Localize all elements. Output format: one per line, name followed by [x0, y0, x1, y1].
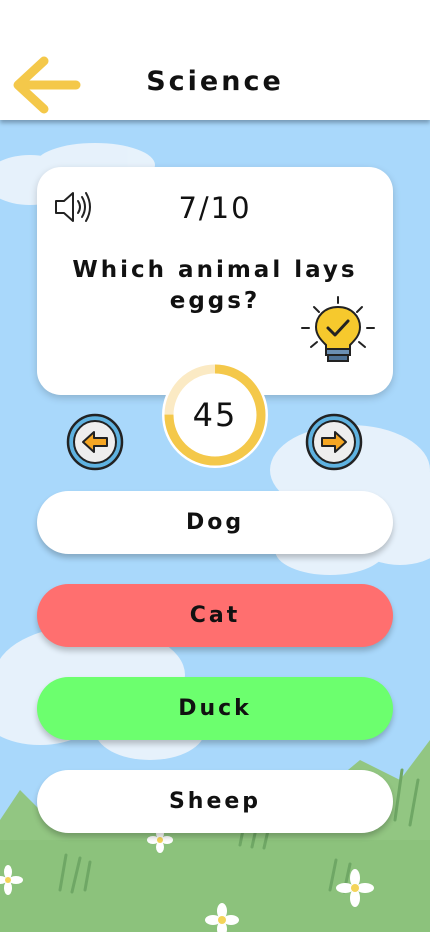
arrow-right-circle-icon — [305, 413, 363, 471]
answer-option-dog[interactable]: Dog — [37, 491, 393, 554]
countdown-timer: 45 — [162, 362, 268, 468]
question-card: 7/10 Which animal lays eggs? — [37, 167, 393, 395]
question-counter: 7/10 — [178, 191, 252, 225]
answer-label: Cat — [189, 603, 241, 628]
answer-option-cat[interactable]: Cat — [37, 584, 393, 647]
timer-value: 45 — [192, 396, 238, 434]
page-title: Science — [146, 66, 284, 97]
top-bar: Science — [0, 0, 430, 120]
answer-label: Duck — [178, 696, 252, 721]
arrow-left-circle-icon — [66, 413, 124, 471]
answer-option-sheep[interactable]: Sheep — [37, 770, 393, 833]
answer-label: Sheep — [168, 789, 262, 814]
answer-label: Dog — [185, 510, 245, 535]
hint-button[interactable] — [299, 295, 377, 367]
previous-question-button[interactable] — [66, 413, 124, 471]
lightbulb-icon — [301, 296, 375, 362]
next-question-button[interactable] — [305, 413, 363, 471]
answer-option-duck[interactable]: Duck — [37, 677, 393, 740]
